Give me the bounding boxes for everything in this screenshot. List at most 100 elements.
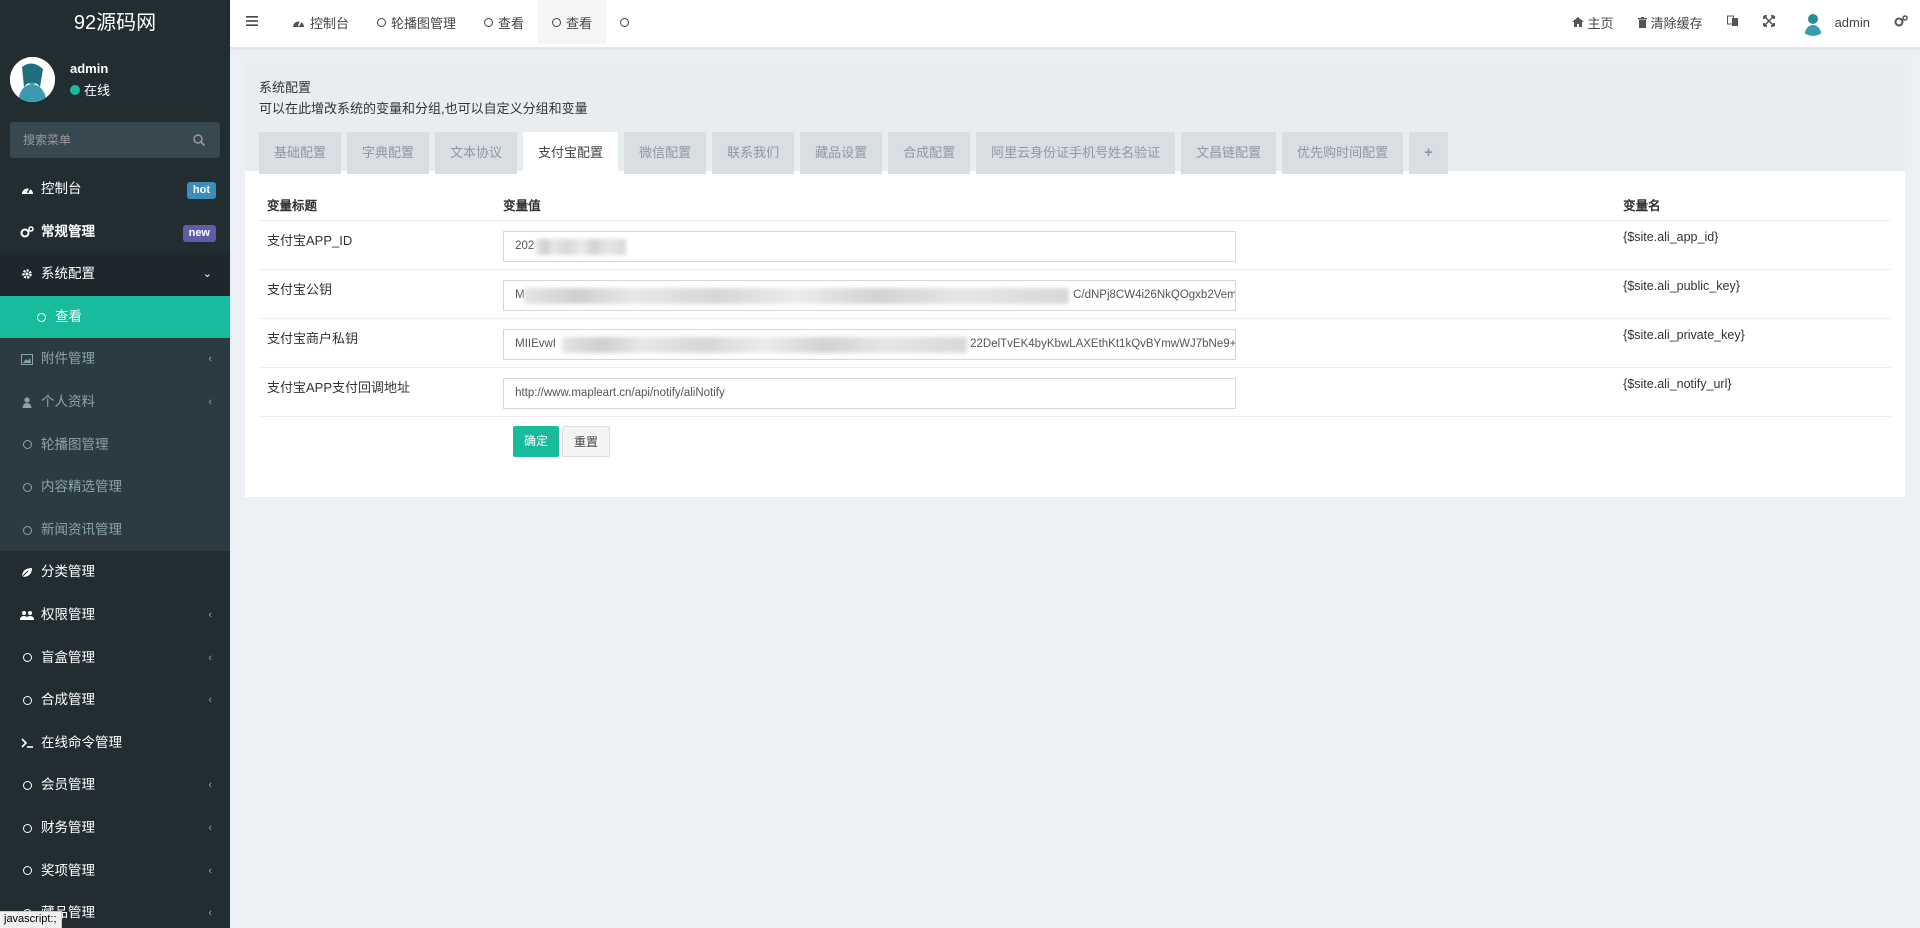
chevron-left-icon: ‹: [208, 694, 212, 707]
expand-icon: [1762, 14, 1775, 30]
table-row: 支付宝公钥 M C/dNPj8CW4i26NkQOgxb2VemH {$site.…: [259, 270, 1891, 319]
chevron-left-icon: ‹: [208, 353, 212, 366]
app-id-input[interactable]: 202: [503, 231, 1237, 262]
tab-priority-time[interactable]: 优先购时间配置: [1282, 132, 1404, 174]
fullscreen-button[interactable]: [1751, 14, 1787, 30]
row-title: 支付宝公钥: [267, 282, 333, 297]
header-actions: 主页 清除缓存 admin: [1560, 0, 1920, 44]
tab-text-agreement[interactable]: 文本协议: [435, 132, 518, 174]
sidebar-item-dashboard[interactable]: 控制台 hot: [0, 168, 230, 211]
tab-dictionary[interactable]: 字典配置: [347, 132, 430, 174]
chevron-down-icon: ⌄: [202, 268, 212, 281]
sidebar-item-members[interactable]: 会员管理 ‹: [0, 764, 230, 807]
public-key-tail: C/dNPj8CW4i26NkQOgxb2VemH: [1073, 289, 1237, 301]
tab-view-active[interactable]: 查看: [538, 0, 607, 44]
tab-contact[interactable]: 联系我们: [712, 132, 795, 174]
avatar: [10, 57, 55, 102]
tab-aliyun-verification[interactable]: 阿里云身份证手机号姓名验证: [976, 132, 1176, 174]
browser-status-bar: javascript:;: [0, 911, 62, 928]
add-tab-button[interactable]: +: [1409, 132, 1448, 174]
sidebar-item-permissions[interactable]: 权限管理 ‹: [0, 594, 230, 637]
row-variable-name: {$site.ali_app_id}: [1623, 230, 1719, 244]
chevron-left-icon: ‹: [208, 779, 212, 792]
logo[interactable]: 92源码网: [0, 0, 230, 48]
clear-cache-button[interactable]: 清除缓存: [1626, 13, 1715, 32]
circle-icon: [34, 310, 48, 324]
search-menu-input[interactable]: [10, 122, 220, 158]
chevron-left-icon: ‹: [208, 651, 212, 664]
admin-menu[interactable]: admin: [1787, 8, 1882, 36]
sidebar-item-finance[interactable]: 财务管理 ‹: [0, 807, 230, 850]
tab-synthesis[interactable]: 合成配置: [888, 132, 971, 174]
sidebar-item-blindbox[interactable]: 盲盒管理 ‹: [0, 637, 230, 680]
notify-url-input[interactable]: http://www.mapleart.cn/api/notify/aliNot…: [503, 378, 1237, 409]
chevron-left-icon: ‹: [208, 395, 212, 408]
circle-icon: [552, 17, 562, 27]
language-button[interactable]: [1715, 15, 1751, 30]
language-icon: [1726, 15, 1739, 30]
tab-wenchang-chain[interactable]: 文昌链配置: [1181, 132, 1277, 174]
chevron-left-icon: ‹: [208, 821, 212, 834]
sidebar-item-category[interactable]: 分类管理: [0, 551, 230, 594]
sidebar-item-featured[interactable]: 内容精选管理: [0, 466, 230, 509]
sidebar-search: [10, 122, 220, 158]
private-key-tail: 22DelTvEK4byKbwLAXEthKt1kQvBYmwWJ7bNe9+e…: [970, 338, 1237, 350]
row-title: 支付宝APP_ID: [267, 233, 353, 248]
search-icon[interactable]: [192, 133, 206, 147]
row-variable-name: {$site.ali_private_key}: [1623, 328, 1745, 342]
page-description: 可以在此增改系统的变量和分组,也可以自定义分组和变量: [259, 101, 588, 116]
tab-alipay[interactable]: 支付宝配置: [523, 132, 619, 174]
config-table: 变量标题 变量值 变量名 支付宝APP_ID 202 {$site.ali_ap…: [245, 171, 1905, 467]
sidebar-item-view[interactable]: 查看: [0, 295, 230, 339]
user-icon: [20, 395, 34, 409]
row-variable-name: {$site.ali_public_key}: [1623, 279, 1740, 293]
circle-icon: [620, 17, 630, 27]
online-dot-icon: [70, 84, 80, 95]
tab-wechat[interactable]: 微信配置: [624, 132, 707, 174]
dashboard-icon: [20, 182, 34, 196]
sidebar-item-online-command[interactable]: 在线命令管理: [0, 722, 230, 765]
trash-icon: [1637, 16, 1647, 28]
reset-button[interactable]: 重置: [562, 426, 611, 457]
sidebar-item-carousel[interactable]: 轮播图管理: [0, 423, 230, 467]
header-title: 变量标题: [267, 199, 318, 213]
tab-blank[interactable]: [606, 0, 648, 44]
tab-view[interactable]: 查看: [470, 0, 538, 44]
confirm-button[interactable]: 确定: [513, 426, 560, 457]
dashboard-icon: [292, 17, 305, 28]
tab-dashboard[interactable]: 控制台: [278, 0, 363, 44]
table-row: 支付宝商户私钥 MIIEvwI 22DelTvEK4byKbwLAXEthKt1k…: [259, 319, 1891, 368]
tab-basic[interactable]: 基础配置: [259, 132, 342, 174]
sidebar-item-system-config[interactable]: 系统配置 ⌄: [0, 253, 230, 296]
user-panel: admin 在线: [0, 48, 230, 112]
sidebar-item-prizes[interactable]: 奖项管理 ‹: [0, 850, 230, 893]
group-icon: [20, 608, 34, 622]
header-value: 变量值: [503, 199, 541, 213]
sidebar-item-profile[interactable]: 个人资料 ‹: [0, 380, 230, 424]
settings-button[interactable]: [1882, 14, 1920, 30]
avatar: [1798, 8, 1827, 36]
new-badge: new: [182, 224, 216, 242]
sidebar-item-attachments[interactable]: 附件管理 ‹: [0, 338, 230, 381]
circle-icon: [20, 480, 34, 494]
public-key-input[interactable]: M C/dNPj8CW4i26NkQOgxb2VemH: [503, 280, 1237, 311]
config-tabs: 基础配置 字典配置 文本协议 支付宝配置 微信配置 联系我们 藏品设置 合成配置…: [259, 132, 1891, 174]
user-status: 在线: [70, 80, 110, 99]
private-key-input[interactable]: MIIEvwI 22DelTvEK4byKbwLAXEthKt1kQvBYmwWJ…: [503, 329, 1237, 360]
sidebar-item-synthesis[interactable]: 合成管理 ‹: [0, 679, 230, 722]
circle-icon: [377, 17, 387, 27]
chevron-left-icon: ‹: [208, 864, 212, 877]
chevron-left-icon: ‹: [208, 907, 212, 920]
circle-icon: [20, 523, 34, 537]
home-link[interactable]: 主页: [1560, 13, 1626, 32]
image-icon: [20, 353, 34, 367]
home-icon: [1571, 17, 1584, 27]
tab-carousel[interactable]: 轮播图管理: [363, 0, 470, 44]
tab-collection-settings[interactable]: 藏品设置: [800, 132, 883, 174]
circle-icon: [20, 821, 34, 835]
sidebar-menu: 控制台 hot 常规管理 new 系统配置 ⌄ 查看 附件管理 ‹ 个人资料 ‹ 轮播图管…: [0, 168, 230, 928]
sidebar-item-general[interactable]: 常规管理 new: [0, 211, 230, 254]
circle-icon: [20, 438, 34, 452]
menu-toggle-icon[interactable]: [246, 16, 258, 26]
sidebar-item-news[interactable]: 新闻资讯管理: [0, 508, 230, 552]
